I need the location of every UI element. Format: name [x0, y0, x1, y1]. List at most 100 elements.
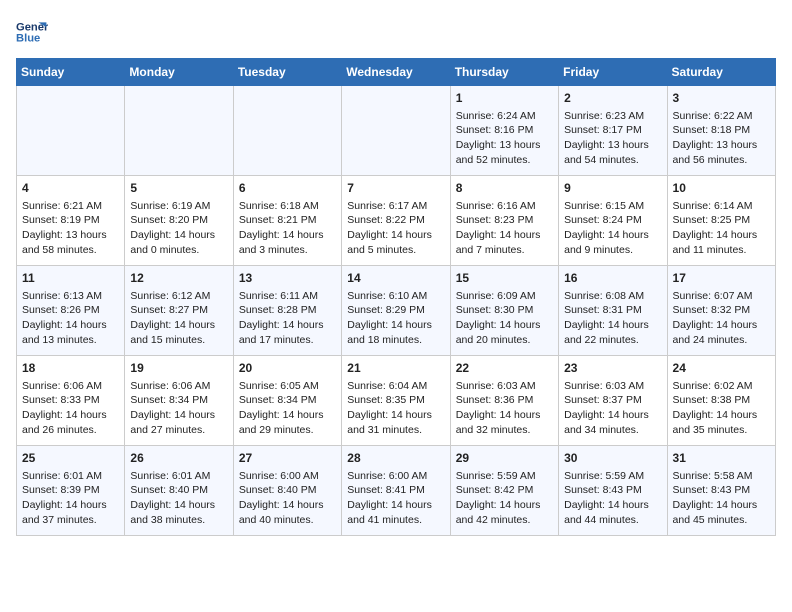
day-number: 18	[22, 360, 119, 377]
day-info: Sunset: 8:22 PM	[347, 213, 444, 228]
day-info: Daylight: 14 hours	[456, 498, 553, 513]
day-info: Sunset: 8:17 PM	[564, 123, 661, 138]
calendar-cell: 29Sunrise: 5:59 AMSunset: 8:42 PMDayligh…	[450, 446, 558, 536]
day-info: Daylight: 13 hours	[22, 228, 119, 243]
day-info: and 15 minutes.	[130, 333, 227, 348]
day-info: Sunrise: 6:06 AM	[130, 379, 227, 394]
calendar-cell: 22Sunrise: 6:03 AMSunset: 8:36 PMDayligh…	[450, 356, 558, 446]
day-info: and 26 minutes.	[22, 423, 119, 438]
day-info: Sunset: 8:43 PM	[564, 483, 661, 498]
day-number: 26	[130, 450, 227, 467]
day-info: and 54 minutes.	[564, 153, 661, 168]
day-number: 15	[456, 270, 553, 287]
day-info: Daylight: 14 hours	[130, 498, 227, 513]
day-info: Sunrise: 6:24 AM	[456, 109, 553, 124]
col-header-tuesday: Tuesday	[233, 59, 341, 86]
calendar-cell: 11Sunrise: 6:13 AMSunset: 8:26 PMDayligh…	[17, 266, 125, 356]
day-info: Sunset: 8:29 PM	[347, 303, 444, 318]
day-info: and 29 minutes.	[239, 423, 336, 438]
day-info: Daylight: 14 hours	[239, 408, 336, 423]
day-info: Daylight: 14 hours	[130, 408, 227, 423]
day-info: and 17 minutes.	[239, 333, 336, 348]
day-info: Sunset: 8:33 PM	[22, 393, 119, 408]
day-info: and 27 minutes.	[130, 423, 227, 438]
day-info: Daylight: 14 hours	[22, 498, 119, 513]
day-info: and 7 minutes.	[456, 243, 553, 258]
day-info: Sunrise: 6:19 AM	[130, 199, 227, 214]
day-number: 31	[673, 450, 770, 467]
calendar-cell: 15Sunrise: 6:09 AMSunset: 8:30 PMDayligh…	[450, 266, 558, 356]
calendar-cell	[233, 86, 341, 176]
calendar-cell: 24Sunrise: 6:02 AMSunset: 8:38 PMDayligh…	[667, 356, 775, 446]
day-info: and 22 minutes.	[564, 333, 661, 348]
calendar-cell: 30Sunrise: 5:59 AMSunset: 8:43 PMDayligh…	[559, 446, 667, 536]
calendar-cell: 25Sunrise: 6:01 AMSunset: 8:39 PMDayligh…	[17, 446, 125, 536]
day-info: Sunset: 8:26 PM	[22, 303, 119, 318]
day-info: Sunrise: 6:06 AM	[22, 379, 119, 394]
col-header-sunday: Sunday	[17, 59, 125, 86]
day-number: 7	[347, 180, 444, 197]
day-info: Sunrise: 6:23 AM	[564, 109, 661, 124]
calendar-cell: 20Sunrise: 6:05 AMSunset: 8:34 PMDayligh…	[233, 356, 341, 446]
day-number: 9	[564, 180, 661, 197]
calendar-cell: 1Sunrise: 6:24 AMSunset: 8:16 PMDaylight…	[450, 86, 558, 176]
day-info: and 42 minutes.	[456, 513, 553, 528]
day-info: Sunrise: 6:03 AM	[456, 379, 553, 394]
day-info: Daylight: 14 hours	[22, 318, 119, 333]
col-header-friday: Friday	[559, 59, 667, 86]
calendar-cell: 10Sunrise: 6:14 AMSunset: 8:25 PMDayligh…	[667, 176, 775, 266]
day-info: Sunset: 8:36 PM	[456, 393, 553, 408]
day-info: Daylight: 14 hours	[564, 228, 661, 243]
day-info: Daylight: 13 hours	[456, 138, 553, 153]
day-info: Sunset: 8:27 PM	[130, 303, 227, 318]
calendar-cell: 26Sunrise: 6:01 AMSunset: 8:40 PMDayligh…	[125, 446, 233, 536]
day-info: Daylight: 14 hours	[239, 318, 336, 333]
day-info: Sunset: 8:35 PM	[347, 393, 444, 408]
day-info: and 3 minutes.	[239, 243, 336, 258]
day-info: Sunrise: 6:01 AM	[130, 469, 227, 484]
calendar-cell: 17Sunrise: 6:07 AMSunset: 8:32 PMDayligh…	[667, 266, 775, 356]
day-info: and 37 minutes.	[22, 513, 119, 528]
day-number: 30	[564, 450, 661, 467]
day-info: Sunset: 8:28 PM	[239, 303, 336, 318]
day-number: 1	[456, 90, 553, 107]
calendar-week-4: 18Sunrise: 6:06 AMSunset: 8:33 PMDayligh…	[17, 356, 776, 446]
day-info: and 24 minutes.	[673, 333, 770, 348]
day-info: Sunrise: 6:22 AM	[673, 109, 770, 124]
day-number: 27	[239, 450, 336, 467]
day-info: Sunset: 8:18 PM	[673, 123, 770, 138]
calendar-week-5: 25Sunrise: 6:01 AMSunset: 8:39 PMDayligh…	[17, 446, 776, 536]
day-info: and 11 minutes.	[673, 243, 770, 258]
day-number: 19	[130, 360, 227, 377]
day-info: and 52 minutes.	[456, 153, 553, 168]
calendar-cell: 2Sunrise: 6:23 AMSunset: 8:17 PMDaylight…	[559, 86, 667, 176]
col-header-monday: Monday	[125, 59, 233, 86]
day-info: Daylight: 14 hours	[130, 318, 227, 333]
day-number: 6	[239, 180, 336, 197]
calendar-cell: 21Sunrise: 6:04 AMSunset: 8:35 PMDayligh…	[342, 356, 450, 446]
day-info: Sunset: 8:34 PM	[239, 393, 336, 408]
day-info: Sunrise: 5:58 AM	[673, 469, 770, 484]
day-info: and 34 minutes.	[564, 423, 661, 438]
day-info: Daylight: 13 hours	[673, 138, 770, 153]
day-number: 3	[673, 90, 770, 107]
calendar-cell: 6Sunrise: 6:18 AMSunset: 8:21 PMDaylight…	[233, 176, 341, 266]
day-info: Daylight: 14 hours	[22, 408, 119, 423]
day-number: 14	[347, 270, 444, 287]
day-info: Sunrise: 6:03 AM	[564, 379, 661, 394]
day-info: and 9 minutes.	[564, 243, 661, 258]
day-number: 21	[347, 360, 444, 377]
day-info: Sunset: 8:31 PM	[564, 303, 661, 318]
day-info: and 5 minutes.	[347, 243, 444, 258]
day-number: 25	[22, 450, 119, 467]
calendar-cell: 19Sunrise: 6:06 AMSunset: 8:34 PMDayligh…	[125, 356, 233, 446]
logo: General Blue	[16, 16, 48, 48]
calendar-cell: 27Sunrise: 6:00 AMSunset: 8:40 PMDayligh…	[233, 446, 341, 536]
calendar-cell: 14Sunrise: 6:10 AMSunset: 8:29 PMDayligh…	[342, 266, 450, 356]
calendar-table: SundayMondayTuesdayWednesdayThursdayFrid…	[16, 58, 776, 536]
day-info: Sunrise: 6:17 AM	[347, 199, 444, 214]
day-number: 29	[456, 450, 553, 467]
day-info: and 38 minutes.	[130, 513, 227, 528]
calendar-cell: 31Sunrise: 5:58 AMSunset: 8:43 PMDayligh…	[667, 446, 775, 536]
day-info: Daylight: 14 hours	[564, 318, 661, 333]
